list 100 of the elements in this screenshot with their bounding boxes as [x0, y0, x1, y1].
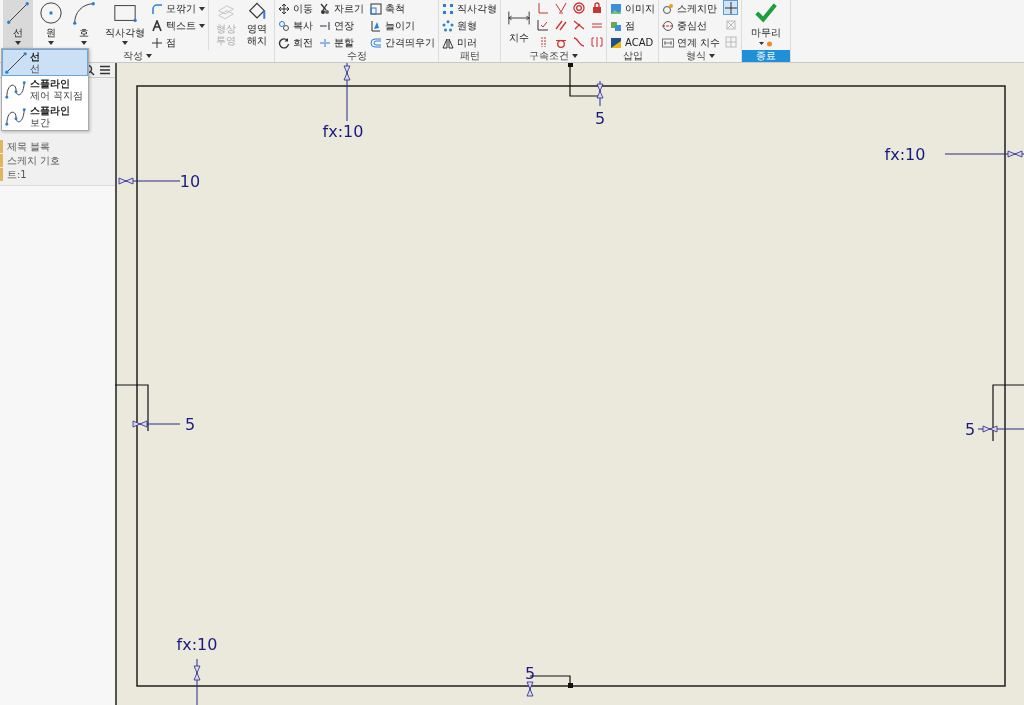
crossed-lines-icon[interactable] [573, 19, 585, 31]
plus-icon [151, 36, 163, 49]
group-label: 수정 [346, 49, 367, 63]
dimension-value[interactable]: 5 [184, 415, 196, 434]
tool-button[interactable]: 복사 [278, 18, 313, 33]
dimension-value[interactable]: fx:10 [176, 635, 218, 654]
menu-item-subtitle: 선 [30, 62, 40, 75]
square-scale-icon [370, 2, 382, 15]
dimension-leader [343, 63, 351, 122]
fillet-icon [151, 2, 163, 15]
menu-item-subtitle: 제어 꼭지점 [30, 89, 84, 102]
dimension-leader [526, 681, 534, 697]
split-line-icon [319, 36, 331, 49]
grid-point-icon [610, 19, 622, 32]
dimension-value[interactable]: 10 [179, 172, 201, 191]
tool-label[interactable]: 점 [166, 35, 176, 50]
tool-button[interactable]: 간격띄우기 [370, 35, 435, 50]
dimension-leader [118, 177, 181, 185]
caret-icon [81, 41, 87, 45]
tool-label[interactable]: 텍스트 [166, 18, 196, 33]
tool-button[interactable]: 이동 [278, 1, 313, 16]
arc-icon [72, 1, 96, 25]
tool-button[interactable]: 미러 [442, 35, 497, 50]
corner-icon[interactable] [537, 2, 549, 14]
letter-icon [151, 19, 163, 32]
dimension-leader [193, 658, 201, 705]
tool-label[interactable]: 모깎기 [166, 1, 196, 16]
tool-button[interactable]: 직사각형 [442, 1, 497, 16]
crosshair-icon [724, 1, 737, 14]
centerline-circle-icon [662, 19, 674, 32]
parallel-lines-icon[interactable] [555, 19, 567, 31]
paint-bucket-icon [246, 1, 268, 22]
tool-button[interactable]: 회전 [278, 35, 313, 50]
ribbon-tool-button[interactable]: 원 [36, 0, 66, 48]
toggle-button[interactable] [723, 0, 739, 15]
tool-button[interactable]: ACAD [610, 35, 655, 50]
ribbon-tool-button[interactable]: 선 [3, 0, 33, 48]
smooth-curve-icon[interactable] [573, 36, 585, 48]
sketch-line [992, 384, 1024, 442]
cross-arrows-icon [278, 2, 290, 15]
menu-item-title: 스플라인 [30, 104, 70, 117]
bracket-icon[interactable] [591, 36, 603, 48]
menu-item[interactable]: 스플라인 제어 꼭지점 [2, 76, 88, 103]
tool-button[interactable]: 자르기 [319, 1, 364, 16]
corner-check-icon[interactable] [537, 19, 549, 31]
menu-icon[interactable] [99, 64, 111, 76]
caret-dot-icon [759, 41, 774, 47]
dimension-value[interactable]: 5 [524, 664, 536, 683]
circular-arrow-icon [278, 36, 290, 49]
spline-icon [5, 78, 27, 101]
group-label: 작성 [122, 49, 143, 63]
pencil-dot-icon [662, 2, 674, 15]
menu-item[interactable]: 스플라인 보간 [2, 103, 88, 130]
menu-item[interactable]: 선 선 [2, 49, 88, 76]
group-label: 구속조건 [529, 49, 569, 63]
image-icon [610, 2, 622, 15]
stretch-icon [370, 19, 382, 32]
menu-item-title: 선 [30, 50, 40, 63]
dimension-button[interactable]: 치수 [504, 0, 534, 48]
checkmark-icon [754, 1, 779, 25]
dot-ring-icon [442, 19, 454, 32]
tool-button[interactable]: 연장 [319, 18, 364, 33]
dimension-leader [596, 80, 604, 107]
tool-button[interactable]: 스케치만 [662, 1, 721, 16]
scissors-icon [319, 2, 331, 15]
ribbon-tool-button[interactable]: 영역 해치 [243, 0, 271, 48]
triangles-icon [442, 36, 454, 49]
dimension-value[interactable]: 5 [594, 109, 606, 128]
angle-lines-icon[interactable] [555, 2, 567, 14]
tool-button[interactable]: 이미지 [610, 1, 655, 16]
dimension-value[interactable]: 5 [964, 420, 976, 439]
menu-item-subtitle: 보간 [30, 116, 51, 129]
caret-icon [122, 41, 128, 45]
square-x-icon [724, 18, 737, 31]
line-icon [6, 1, 30, 25]
spline-icon [5, 105, 27, 128]
ribbon-tool-button[interactable]: 직사각형 [102, 0, 148, 48]
tool-button[interactable]: 점 [610, 18, 655, 33]
tool-button[interactable]: 연계 치수 [662, 35, 721, 50]
tool-button[interactable]: 늘이기 [370, 18, 435, 33]
dimension-value[interactable]: fx:10 [884, 145, 926, 164]
tool-button[interactable]: 축척 [370, 1, 435, 16]
tool-button[interactable]: 분할 [319, 35, 364, 50]
dot-grid-icon [442, 2, 454, 15]
tool-button[interactable]: 중심선 [662, 18, 721, 33]
lock-icon[interactable] [591, 2, 603, 14]
group-label: 종료 [756, 49, 777, 63]
extend-line-icon [319, 19, 331, 32]
dimension-value[interactable]: fx:10 [322, 122, 364, 141]
finish-sketch-button[interactable]: 마무리 [745, 0, 788, 48]
concentric-circles-icon[interactable] [573, 2, 585, 14]
dimension-icon [662, 36, 674, 49]
line-icon [5, 51, 27, 74]
caret-icon [48, 41, 54, 45]
group-label: 삽입 [622, 49, 643, 63]
dimension-leader [977, 425, 1024, 433]
ribbon-tool-button[interactable]: 호 [69, 0, 99, 48]
tool-button[interactable]: 원형 [442, 18, 497, 33]
grid-icon [724, 35, 737, 48]
sketch-point [568, 683, 573, 688]
